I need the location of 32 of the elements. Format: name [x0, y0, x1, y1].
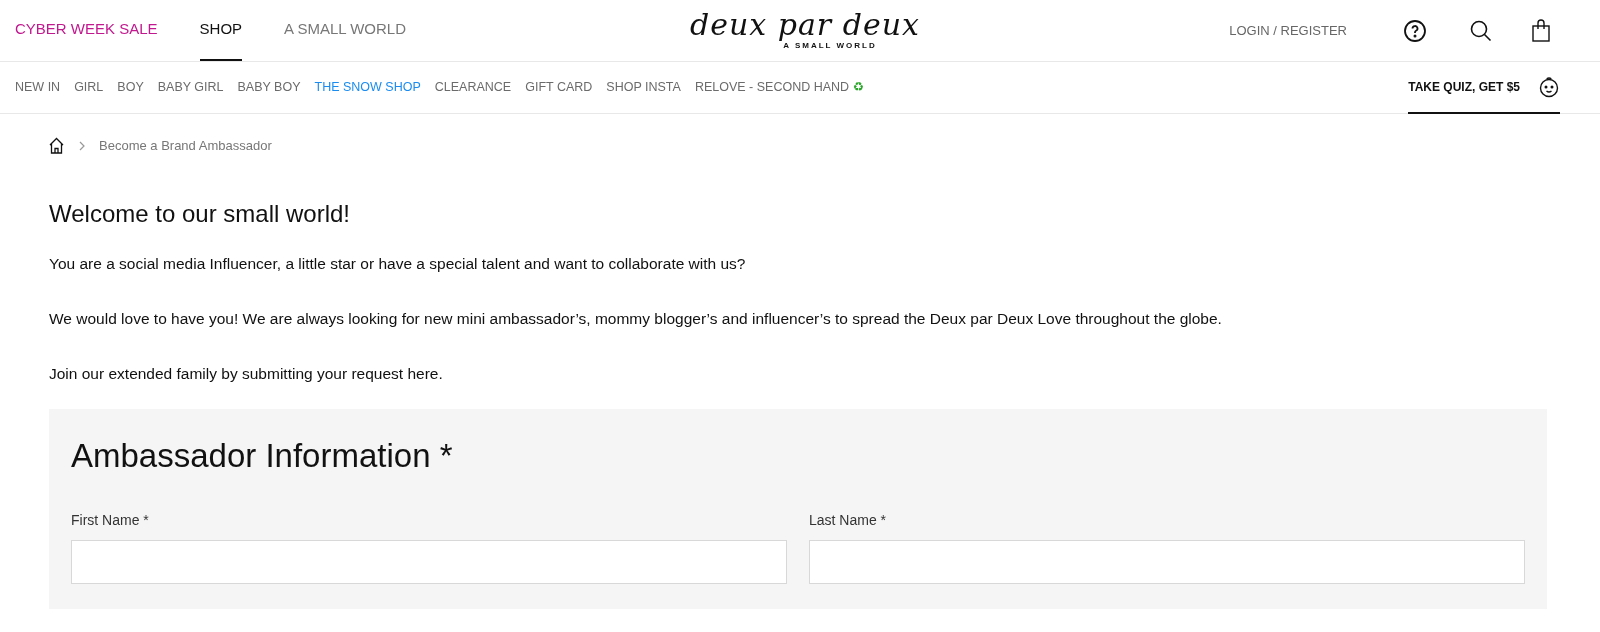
category-link[interactable]: GIRL [74, 78, 104, 97]
baby-face-icon [1538, 75, 1560, 98]
home-icon[interactable] [48, 137, 65, 155]
intro-paragraph: You are a social media Influencer, a little star or have a special talent and want to collaborate with us? [49, 253, 747, 274]
search-icon[interactable] [1469, 18, 1493, 43]
category-link[interactable]: CLEARANCE [434, 78, 512, 97]
quiz-link[interactable]: TAKE QUIZ, GET $5 [1408, 61, 1560, 114]
shopping-bag-icon[interactable] [1531, 18, 1551, 43]
login-link[interactable]: LOGIN / REGISTER [1229, 20, 1347, 41]
category-link[interactable]: BABY BOY [237, 78, 301, 97]
breadcrumb-current: Become a Brand Ambassador [99, 137, 272, 155]
category-link[interactable]: SHOP INSTA [606, 78, 681, 97]
intro-paragraph: We would love to have you! We are always looking for new mini ambassador’s, mommy blogger’s and influencer’s to spread the Deux par Deux Love throughout the globe. [49, 308, 1223, 329]
category-link[interactable]: NEW IN [15, 78, 61, 97]
category-link[interactable]: RELOVE - SECOND HAND ♻ [694, 78, 865, 97]
form-title: Ambassador Information * [71, 435, 454, 476]
chevron-icon [79, 140, 85, 151]
category-link[interactable]: BABY GIRL [157, 78, 224, 97]
text-input[interactable] [71, 540, 787, 584]
top-nav-tab[interactable]: SHOP [199, 0, 243, 61]
category-link[interactable]: THE SNOW SHOP [314, 78, 421, 97]
category-link[interactable]: GIFT CARD [525, 78, 593, 97]
page-heading: Welcome to our small world! [49, 198, 351, 229]
intro-paragraph: Join our extended family by submitting your request here. [49, 363, 444, 384]
top-nav-tab[interactable]: CYBER WEEK SALE [15, 0, 158, 61]
text-input[interactable] [809, 540, 1525, 584]
help-icon[interactable] [1403, 18, 1427, 43]
top-nav-tab[interactable]: A SMALL WORLD [284, 0, 407, 61]
field-label: First Name * [71, 511, 150, 530]
category-link[interactable]: BOY [117, 78, 144, 97]
brand-logo[interactable]: deux par deux A SMALL WORLD [690, 9, 920, 52]
field-label: Last Name * [809, 511, 888, 530]
